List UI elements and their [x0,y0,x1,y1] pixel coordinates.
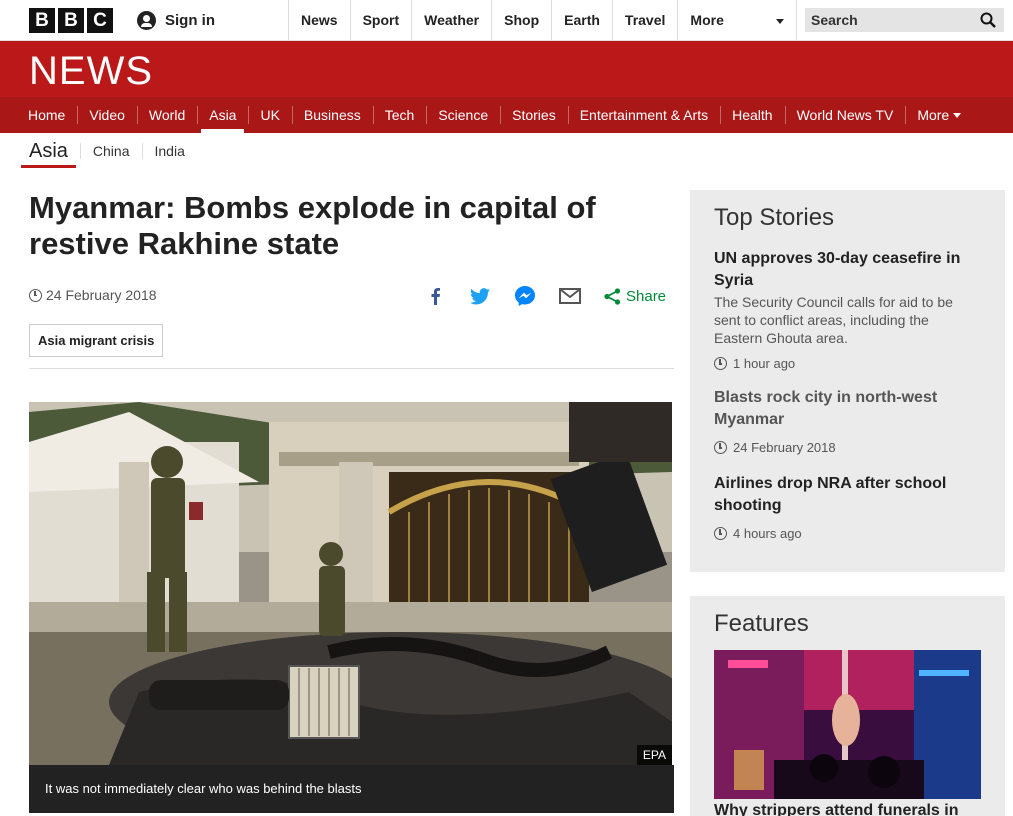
bbc-logo-letter: C [87,8,113,33]
clock-icon [714,441,727,454]
top-story-time-text: 1 hour ago [733,356,796,371]
article-meta: 24 February 2018 Share [29,285,674,307]
features-panel: Features Why strippers attend funerals i… [690,596,1005,816]
twitter-icon [470,287,490,304]
top-story-item[interactable]: Blasts rock city in north-west Myanmar 2… [714,387,974,455]
top-stories-panel: Top Stories UN approves 30-day ceasefire… [690,190,1005,572]
article-photo: EPA [29,402,672,765]
clock-icon [714,527,727,540]
top-story-title[interactable]: Airlines drop NRA after school shooting [714,473,974,517]
news-wordmark[interactable]: NEWS [29,49,153,94]
sub-nav: Asia China India [0,133,1013,169]
feature-image[interactable] [714,650,981,799]
news-banner: NEWS [0,41,1013,97]
top-story-title[interactable]: Blasts rock city in north-west Myanmar [714,387,974,431]
section-nav-world[interactable]: World [136,97,197,133]
facebook-icon [431,288,440,305]
stage-illustration [714,650,981,799]
topic-tag[interactable]: Asia migrant crisis [29,324,164,357]
top-story-item[interactable]: UN approves 30-day ceasefire in Syria Th… [714,248,974,371]
top-nav-shop[interactable]: Shop [491,0,551,41]
top-nav-weather[interactable]: Weather [411,0,491,41]
section-nav-asia[interactable]: Asia [197,97,248,133]
clock-icon [714,357,727,370]
article-date-text: 24 February 2018 [46,287,157,303]
signin-button[interactable]: Sign in [137,11,215,30]
bbc-logo[interactable]: B B C [29,8,113,33]
top-nav-sport[interactable]: Sport [349,0,412,41]
bomb-scene-illustration [29,402,672,765]
bbc-logo-letter: B [58,8,84,33]
search-icon[interactable] [980,12,996,28]
section-nav-world-news-tv[interactable]: World News TV [784,97,906,133]
search-input[interactable] [805,12,975,28]
photo-caption: It was not immediately clear who was beh… [29,765,674,813]
top-nav-earth[interactable]: Earth [551,0,612,41]
share-label: Share [626,287,667,305]
masthead: B B C Sign in News Sport Weather Shop Ea… [0,0,1013,41]
share-icon [604,287,621,305]
article-divider [29,368,674,369]
article-date: 24 February 2018 [29,287,157,303]
section-nav-health[interactable]: Health [720,97,784,133]
section-nav-tech[interactable]: Tech [372,97,427,133]
clock-icon [29,288,42,302]
features-heading: Features [714,610,809,637]
top-story-item[interactable]: Airlines drop NRA after school shooting … [714,473,974,541]
messenger-icon [515,286,535,306]
top-nav-more-label: More [690,12,724,28]
section-nav-business[interactable]: Business [291,97,373,133]
section-nav-stories[interactable]: Stories [500,97,568,133]
search-box [805,8,1004,32]
top-stories-heading: Top Stories [714,204,835,231]
chevron-down-icon [776,19,785,24]
section-nav: Home Video World Asia UK Business Tech S… [0,97,1013,133]
top-story-summary: The Security Council calls for aid to be… [714,294,953,346]
signin-label: Sign in [165,12,215,29]
chevron-down-icon [953,113,962,118]
top-story-time: 24 February 2018 [714,440,974,455]
top-nav: News Sport Weather Shop Earth Travel Mor… [288,0,798,41]
section-nav-entertainment-arts[interactable]: Entertainment & Arts [567,97,720,133]
messenger-share-button[interactable] [514,285,536,307]
top-story-title[interactable]: UN approves 30-day ceasefire in Syria [714,248,974,292]
subnav-current-asia[interactable]: Asia [21,133,76,169]
bbc-logo-letter: B [29,8,55,33]
twitter-share-button[interactable] [469,285,491,307]
top-nav-more[interactable]: More [677,0,798,41]
section-nav-video[interactable]: Video [77,97,137,133]
top-story-time-text: 4 hours ago [733,526,802,541]
article: Myanmar: Bombs explode in capital of res… [29,190,674,369]
section-nav-uk[interactable]: UK [248,97,291,133]
feature-title[interactable]: Why strippers attend funerals in [714,802,958,816]
top-nav-news[interactable]: News [288,0,350,41]
subnav-item-china[interactable]: China [79,143,142,159]
share-button[interactable]: Share [604,288,666,305]
email-icon [559,288,581,304]
share-bar: Share [424,285,666,307]
user-icon [137,11,156,30]
section-nav-more[interactable]: More [905,97,973,133]
email-share-button[interactable] [559,285,581,307]
top-story-time: 4 hours ago [714,526,974,541]
subnav-item-india[interactable]: India [141,143,197,159]
top-story-time: 1 hour ago [714,356,974,371]
section-nav-more-label: More [917,107,950,123]
section-nav-home[interactable]: Home [16,97,77,133]
photo-credit: EPA [636,745,672,765]
top-story-time-text: 24 February 2018 [733,440,836,455]
facebook-share-button[interactable] [424,285,446,307]
section-nav-science[interactable]: Science [426,97,500,133]
article-headline: Myanmar: Bombs explode in capital of res… [29,190,596,261]
top-nav-travel[interactable]: Travel [611,0,677,41]
